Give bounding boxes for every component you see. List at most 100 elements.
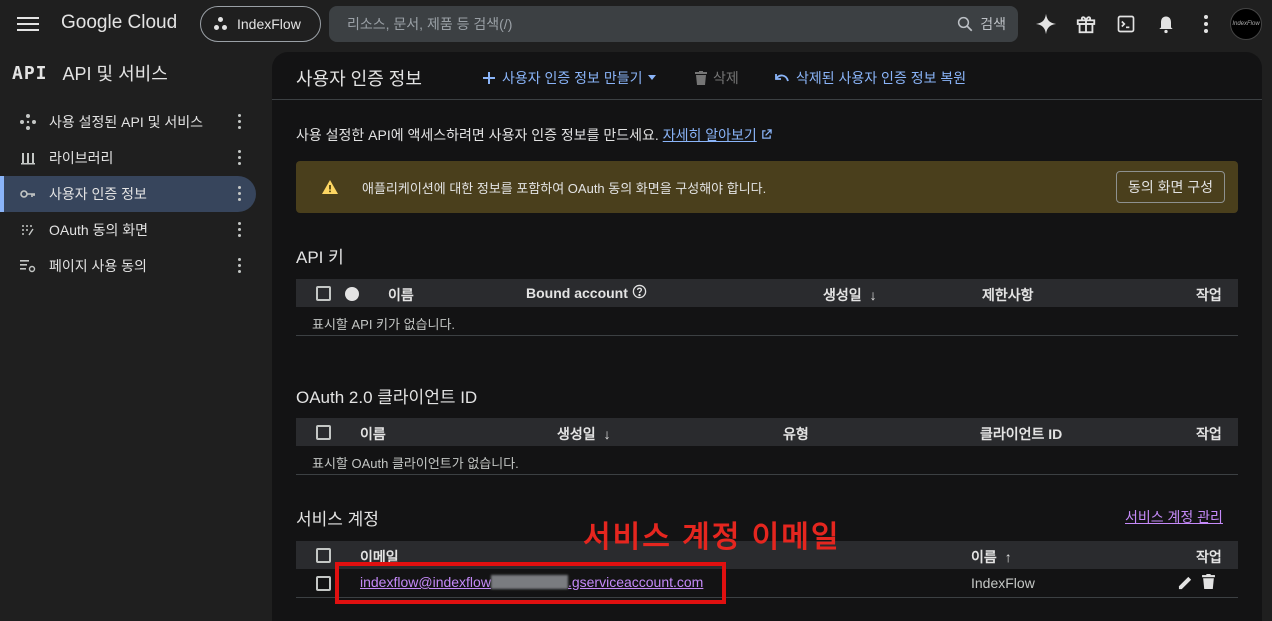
column-header[interactable]: 이름 (360, 424, 386, 444)
arrow-down-icon: ↓ (869, 287, 877, 303)
consent-dots-icon (20, 222, 36, 238)
empty-row: 표시할 OAuth 클라이언트가 없습니다. (296, 446, 1238, 475)
restore-deleted-button[interactable]: 삭제된 사용자 인증 정보 복원 (774, 68, 966, 88)
column-header: 작업 (1196, 426, 1222, 442)
sidebar-item-label: 사용자 인증 정보 (49, 186, 147, 202)
status-dot-icon (345, 287, 359, 301)
avatar[interactable]: IndexFlow (1230, 8, 1262, 40)
sidebar: API API 및 서비스 사용 설정된 API 및 서비스 라이브러리 사용자… (0, 48, 272, 621)
empty-message: 표시할 OAuth 클라이언트가 없습니다. (312, 456, 519, 471)
sidebar-item-library[interactable]: 라이브러리 (0, 140, 256, 176)
select-all-checkbox[interactable] (316, 425, 331, 440)
intro-text: 사용 설정한 API에 액세스하려면 사용자 인증 정보를 만드세요. 자세히 … (296, 125, 772, 145)
sidebar-item-enabled-apis[interactable]: 사용 설정된 API 및 서비스 (0, 104, 256, 140)
brand-logo[interactable]: Google Cloud (61, 12, 177, 34)
column-header[interactable]: 제한사항 (982, 285, 1034, 305)
create-credentials-button[interactable]: 사용자 인증 정보 만들기 (482, 68, 657, 88)
oauth-table: 이름 생성일 ↓ 유형 클라이언트 ID 작업 표시할 OAuth 클라이언트가 … (296, 418, 1238, 475)
column-header: 생성일 (557, 426, 596, 442)
trash-icon (695, 71, 707, 85)
kebab-icon[interactable] (238, 258, 242, 276)
kebab-icon[interactable] (238, 186, 242, 204)
sidebar-title: API 및 서비스 (62, 64, 168, 84)
column-header-sortable[interactable]: 생성일 ↓ (823, 285, 877, 305)
column-header: 작업 (1196, 287, 1222, 303)
top-bar: Google Cloud IndexFlow 검색 IndexFlow (0, 0, 1272, 48)
project-icon (213, 16, 229, 32)
kebab-icon[interactable] (238, 150, 242, 168)
kebab-icon[interactable] (238, 114, 242, 132)
column-header: 작업 (1196, 549, 1222, 565)
annotation-highlight-box (335, 562, 726, 604)
intro-sentence: 사용 설정한 API에 액세스하려면 사용자 인증 정보를 만드세요. (296, 127, 659, 143)
sidebar-header: API API 및 서비스 (12, 60, 168, 86)
search-input[interactable] (347, 16, 957, 32)
avatar-text: IndexFlow (1232, 21, 1260, 27)
page-header: 사용자 인증 정보 사용자 인증 정보 만들기 삭제 삭제된 사용자 인증 정보… (272, 52, 1262, 100)
row-checkbox[interactable] (316, 576, 331, 591)
api-keys-title: API 키 (296, 248, 344, 267)
bell-icon[interactable] (1154, 12, 1178, 36)
column-header: 이름 (971, 549, 997, 565)
restore-deleted-label: 삭제된 사용자 인증 정보 복원 (796, 70, 967, 86)
project-name: IndexFlow (237, 16, 301, 32)
sidebar-item-label: 페이지 사용 동의 (49, 258, 147, 274)
empty-row: 표시할 API 키가 없습니다. (296, 307, 1238, 336)
gemini-icon[interactable] (1034, 12, 1058, 36)
list-settings-icon (20, 258, 36, 274)
api-logo: API (12, 62, 48, 84)
column-header[interactable]: Bound account (526, 285, 628, 301)
api-keys-table: 이름 Bound account 생성일 ↓ 제한사항 작업 표시할 API 키가… (296, 279, 1238, 336)
key-icon (20, 186, 36, 202)
trash-icon[interactable] (1202, 574, 1215, 592)
arrow-up-icon: ↑ (1004, 549, 1012, 565)
select-all-checkbox[interactable] (316, 548, 331, 563)
sidebar-item-oauth-consent[interactable]: OAuth 동의 화면 (0, 212, 256, 248)
column-header-sortable[interactable]: 이름 ↑ (971, 547, 1012, 567)
learn-more-label: 자세히 알아보기 (662, 127, 757, 143)
external-link-icon (761, 129, 772, 139)
column-header: 생성일 (823, 287, 862, 303)
search-icon (958, 16, 973, 32)
delete-button[interactable]: 삭제 (695, 68, 739, 88)
help-icon[interactable] (632, 284, 647, 302)
delete-label: 삭제 (713, 70, 739, 86)
configure-consent-button[interactable]: 동의 화면 구성 (1115, 171, 1225, 203)
sidebar-item-page-usage[interactable]: 페이지 사용 동의 (0, 248, 256, 284)
search-button-label: 검색 (980, 16, 1006, 32)
search-bar: 검색 (329, 6, 1018, 42)
search-button[interactable]: 검색 (956, 14, 1006, 34)
column-header[interactable]: 이름 (388, 285, 414, 305)
sidebar-item-credentials[interactable]: 사용자 인증 정보 (0, 176, 256, 212)
edit-icon[interactable] (1178, 575, 1193, 593)
plus-icon (483, 72, 495, 84)
sidebar-item-label: 사용 설정된 API 및 서비스 (49, 114, 204, 130)
more-vert-icon[interactable] (1194, 12, 1218, 36)
project-picker[interactable]: IndexFlow (200, 6, 321, 42)
page-title: 사용자 인증 정보 (296, 69, 422, 89)
warning-banner: 애플리케이션에 대한 정보를 포함하여 OAuth 동의 화면을 구성해야 합니… (296, 161, 1238, 213)
column-header[interactable]: 유형 (783, 424, 809, 444)
banner-message: 애플리케이션에 대한 정보를 포함하여 OAuth 동의 화면을 구성해야 합니… (362, 180, 767, 196)
manage-service-accounts-link[interactable]: 서비스 계정 관리 (1125, 507, 1223, 527)
undo-icon (775, 74, 789, 82)
library-icon (20, 150, 36, 166)
diamond-dots-icon (20, 114, 36, 130)
create-credentials-label: 사용자 인증 정보 만들기 (502, 70, 643, 86)
kebab-icon[interactable] (238, 222, 242, 240)
table-header: 이름 생성일 ↓ 유형 클라이언트 ID 작업 (296, 418, 1238, 446)
terminal-icon[interactable] (1114, 12, 1138, 36)
arrow-down-icon: ↓ (603, 426, 611, 442)
service-accounts-title: 서비스 계정 (296, 510, 379, 529)
warning-icon (322, 180, 338, 194)
learn-more-link[interactable]: 자세히 알아보기 (663, 127, 757, 143)
select-all-checkbox[interactable] (316, 286, 331, 301)
column-header[interactable]: 클라이언트 ID (980, 424, 1062, 444)
oauth-title: OAuth 2.0 클라이언트 ID (296, 388, 478, 407)
sidebar-item-label: 라이브러리 (49, 150, 114, 166)
table-header: 이름 Bound account 생성일 ↓ 제한사항 작업 (296, 279, 1238, 307)
gift-icon[interactable] (1074, 12, 1098, 36)
column-header-sortable[interactable]: 생성일 ↓ (557, 424, 611, 444)
annotation-label: 서비스 계정 이메일 (583, 521, 841, 554)
menu-icon[interactable] (17, 14, 39, 34)
